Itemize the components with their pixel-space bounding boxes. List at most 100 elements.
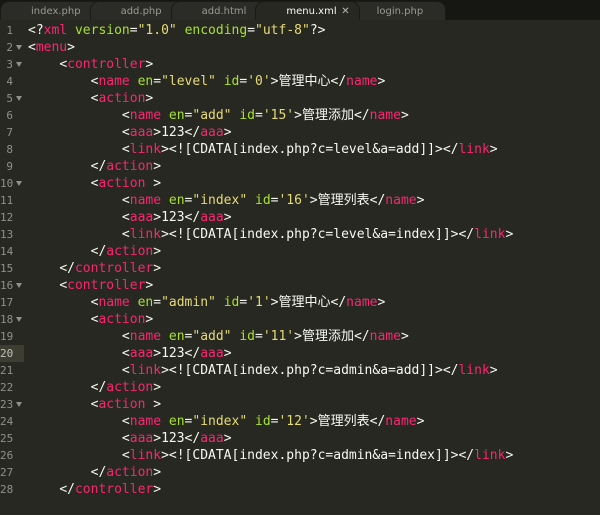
code-line[interactable]: 22 </action>	[0, 379, 600, 396]
code-line[interactable]: 16 <controller>	[0, 277, 600, 294]
code-token: action	[98, 312, 146, 327]
code-token: id	[223, 74, 240, 89]
code-editor[interactable]: 1 <?xml version="1.0" encoding="utf-8"?> 2…	[0, 20, 600, 515]
code-token: name	[369, 108, 401, 123]
code-text: <name en="index" id='16'>管理列表</name>	[28, 192, 425, 209]
code-line[interactable]: 27 </action>	[0, 464, 600, 481]
code-token: <	[121, 142, 130, 157]
code-token: en	[137, 74, 154, 89]
code-token: >	[505, 448, 514, 463]
code-token: =	[255, 108, 263, 123]
fold-arrow-icon[interactable]	[16, 181, 22, 186]
fold-arrow-icon[interactable]	[16, 402, 22, 407]
code-token: name	[98, 295, 130, 310]
code-token: <	[121, 125, 130, 140]
code-token: >	[153, 465, 162, 480]
code-line[interactable]: 4 <name en="level" id='0'>管理中心</name>	[0, 73, 600, 90]
code-token: action	[106, 244, 154, 259]
code-token: </	[442, 363, 459, 378]
code-token: "index"	[192, 193, 248, 208]
code-token: name	[129, 193, 162, 208]
code-text: </controller>	[28, 481, 161, 498]
code-line[interactable]: 13 <link><![CDATA[index.php?c=level&a=in…	[0, 226, 600, 243]
code-line[interactable]: 5 <action>	[0, 90, 600, 107]
code-line[interactable]: 6 <name en="add" id='15'>管理添加</name>	[0, 107, 600, 124]
code-token: id	[239, 329, 255, 344]
code-token: link	[129, 363, 162, 378]
code-line[interactable]: 17 <name en="admin" id='1'>管理中心</name>	[0, 294, 600, 311]
code-line[interactable]: 9 </action>	[0, 158, 600, 175]
code-line[interactable]: 11 <name en="index" id='16'>管理列表</name>	[0, 192, 600, 209]
code-token: </	[184, 346, 201, 361]
code-token: </	[90, 465, 107, 480]
code-token: <	[121, 108, 130, 123]
code-line[interactable]: 21 <link><![CDATA[index.php?c=admin&a=ad…	[0, 362, 600, 379]
code-line[interactable]: 19 <name en="add" id='11'>管理添加</name>	[0, 328, 600, 345]
code-text: <aaa>123</aaa>	[28, 430, 232, 447]
line-number: 18	[0, 313, 14, 326]
code-token: "add"	[192, 108, 232, 123]
code-line[interactable]: 14 </action>	[0, 243, 600, 260]
code-token: >	[153, 176, 162, 191]
code-line[interactable]: 18 <action>	[0, 311, 600, 328]
code-line[interactable]: 20 <aaa>123</aaa>	[0, 345, 600, 362]
fold-arrow-icon[interactable]	[16, 45, 22, 50]
fold-arrow-icon[interactable]	[16, 283, 22, 288]
code-line[interactable]: 7 <aaa>123</aaa>	[0, 124, 600, 141]
code-token: id	[239, 108, 255, 123]
code-token: </	[353, 108, 370, 123]
tab-index-php[interactable]: index.php	[0, 1, 104, 20]
fold-arrow-icon[interactable]	[16, 317, 22, 322]
code-line[interactable]: 8 <link><![CDATA[index.php?c=level&a=add…	[0, 141, 600, 158]
code-line[interactable]: 23 <action >	[0, 396, 600, 413]
line-number: 25	[0, 432, 14, 445]
tab-menu-xml[interactable]: menu.xml ✕	[255, 1, 360, 21]
tab-login-php[interactable]: login.php	[345, 1, 447, 20]
code-text: <aaa>123</aaa>	[28, 345, 232, 362]
fold-arrow-icon[interactable]	[16, 96, 22, 101]
code-token: >	[223, 346, 232, 361]
code-line[interactable]: 26 <link><![CDATA[index.php?c=admin&a=in…	[0, 447, 600, 464]
code-line[interactable]: 1 <?xml version="1.0" encoding="utf-8"?>	[0, 22, 600, 39]
code-token: >	[153, 431, 162, 446]
code-token: id	[255, 193, 271, 208]
code-token: "level"	[161, 74, 216, 89]
code-token: >	[153, 159, 162, 174]
code-token: ?>	[309, 23, 326, 38]
code-token: <![CDATA[index.php?c=admin&a=index]]>	[168, 448, 459, 463]
code-line[interactable]: 28 </controller>	[0, 481, 600, 498]
code-line[interactable]: 12 <aaa>123</aaa>	[0, 209, 600, 226]
fold-arrow-icon[interactable]	[16, 62, 22, 67]
code-line[interactable]: 24 <name en="index" id='12'>管理列表</name>	[0, 413, 600, 430]
code-line[interactable]: 25 <aaa>123</aaa>	[0, 430, 600, 447]
code-token: aaa	[129, 125, 154, 140]
code-token: en	[168, 414, 185, 429]
code-token: "admin"	[161, 295, 216, 310]
code-token: </	[59, 261, 75, 276]
code-token: '15'	[262, 108, 295, 123]
code-line[interactable]: 2 <menu>	[0, 39, 600, 56]
code-line[interactable]: 10 <action >	[0, 175, 600, 192]
code-token: >	[145, 312, 154, 327]
code-token: action	[106, 159, 154, 174]
code-line[interactable]: 15 </controller>	[0, 260, 600, 277]
line-number: 16	[0, 279, 14, 292]
code-text: <menu>	[28, 39, 75, 56]
code-token: </	[59, 482, 75, 497]
close-icon[interactable]: ✕	[341, 2, 349, 21]
code-token: >	[153, 380, 162, 395]
line-number: 23	[0, 398, 14, 411]
code-text: <link><![CDATA[index.php?c=admin&a=add]]…	[28, 362, 498, 379]
code-token: en	[168, 108, 185, 123]
code-line[interactable]: 3 <controller>	[0, 56, 600, 73]
